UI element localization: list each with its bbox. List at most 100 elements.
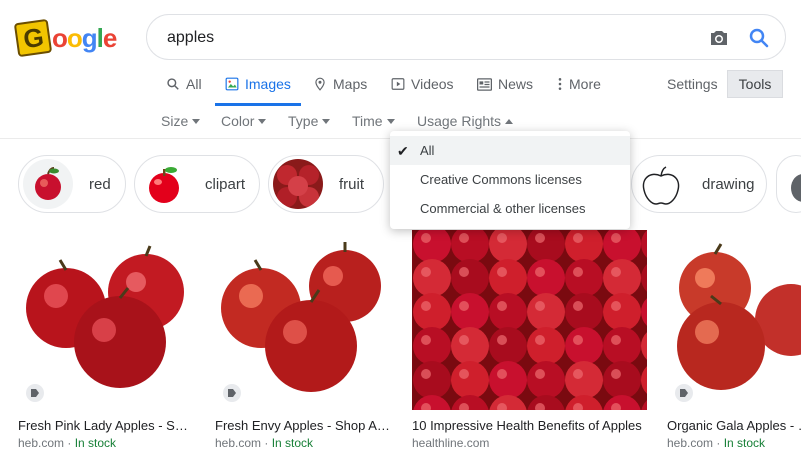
result-card[interactable]: Organic Gala Apples - S… heb.com · In st… bbox=[667, 230, 801, 450]
apples-image bbox=[677, 243, 801, 390]
tools-button[interactable]: Tools bbox=[727, 70, 783, 98]
menu-item-creative-commons-label: Creative Commons licenses bbox=[420, 172, 582, 187]
result-separator: · bbox=[64, 436, 75, 450]
checkmark-icon: ✔ bbox=[397, 143, 409, 159]
tab-images-label: Images bbox=[245, 76, 291, 92]
filter-type-label: Type bbox=[288, 113, 319, 129]
filter-usage-rights-label: Usage Rights bbox=[417, 113, 502, 129]
caret-down-icon bbox=[258, 118, 267, 124]
result-source: heb.com · In stock bbox=[667, 436, 801, 450]
filter-size[interactable]: Size bbox=[161, 113, 201, 129]
apples-image bbox=[221, 242, 381, 392]
chip-drawing-thumbnail bbox=[636, 159, 686, 209]
tab-videos[interactable]: Videos bbox=[391, 74, 454, 94]
videos-icon bbox=[391, 78, 405, 90]
menu-item-creative-commons[interactable]: Creative Commons licenses bbox=[390, 165, 630, 194]
tag-icon bbox=[26, 384, 44, 402]
news-icon bbox=[477, 77, 492, 91]
result-site: heb.com bbox=[18, 436, 65, 450]
logo-letter-g2: g bbox=[81, 22, 98, 53]
chip-clipart-thumbnail bbox=[139, 159, 189, 209]
result-title[interactable]: Fresh Envy Apples - Shop Ap… bbox=[215, 418, 392, 433]
camera-icon[interactable] bbox=[707, 26, 731, 50]
tag-icon bbox=[675, 384, 693, 402]
menu-item-all[interactable]: ✔ All bbox=[390, 136, 630, 165]
filter-time-label: Time bbox=[352, 113, 383, 129]
result-card[interactable]: Fresh Envy Apples - Shop Ap… heb.com · I… bbox=[215, 230, 392, 450]
chip-red-thumbnail bbox=[23, 159, 73, 209]
result-image[interactable] bbox=[412, 230, 647, 410]
apple-icon bbox=[149, 167, 179, 203]
result-site: healthline.com bbox=[412, 436, 490, 450]
result-image[interactable] bbox=[667, 230, 801, 410]
result-card[interactable]: Fresh Pink Lady Apples - Sho… heb.com · … bbox=[18, 230, 195, 450]
chip-drawing-label: drawing bbox=[702, 175, 755, 193]
chip-fruit-thumbnail bbox=[273, 159, 323, 209]
result-title[interactable]: 10 Impressive Health Benefits of Apples bbox=[412, 418, 647, 433]
search-box bbox=[146, 14, 786, 60]
result-source: healthline.com bbox=[412, 436, 647, 450]
filter-usage-rights[interactable]: Usage Rights bbox=[417, 113, 514, 129]
search-icon bbox=[167, 78, 179, 90]
apple-pile-icon bbox=[277, 165, 319, 207]
settings-link[interactable]: Settings bbox=[667, 76, 718, 92]
search-icon[interactable] bbox=[747, 26, 771, 50]
filter-type[interactable]: Type bbox=[288, 113, 331, 129]
apple-gray-icon bbox=[791, 174, 801, 202]
tab-maps-label: Maps bbox=[333, 76, 368, 92]
images-icon bbox=[225, 77, 239, 91]
result-separator: · bbox=[713, 436, 724, 450]
chip-partial[interactable] bbox=[776, 155, 801, 213]
result-stock-status: In stock bbox=[74, 436, 117, 450]
result-stock-status: In stock bbox=[271, 436, 314, 450]
caret-down-icon bbox=[322, 118, 331, 124]
tab-all-label: All bbox=[186, 76, 202, 92]
logo-letter-e: e bbox=[102, 22, 118, 53]
apple-pile-image bbox=[413, 230, 647, 410]
tab-news[interactable]: News bbox=[477, 74, 533, 94]
maps-pin-icon bbox=[315, 77, 325, 91]
tab-more-label: More bbox=[569, 76, 601, 92]
filter-size-label: Size bbox=[161, 113, 189, 129]
filter-color-label: Color bbox=[221, 113, 255, 129]
result-stock-status: In stock bbox=[723, 436, 766, 450]
result-image[interactable] bbox=[18, 230, 195, 410]
menu-item-all-label: All bbox=[420, 143, 435, 158]
caret-down-icon bbox=[192, 118, 201, 124]
tab-maps[interactable]: Maps bbox=[313, 74, 367, 94]
result-separator: · bbox=[261, 436, 272, 450]
chip-red[interactable]: red bbox=[18, 155, 126, 213]
search-input[interactable] bbox=[165, 25, 689, 51]
result-source: heb.com · In stock bbox=[215, 436, 392, 450]
result-source: heb.com · In stock bbox=[18, 436, 195, 450]
chip-drawing[interactable]: drawing bbox=[631, 155, 767, 213]
apple-icon bbox=[35, 167, 61, 200]
active-tab-indicator bbox=[215, 103, 301, 106]
more-dots-icon bbox=[558, 78, 562, 90]
tab-all[interactable]: All bbox=[166, 74, 202, 94]
chip-clipart[interactable]: clipart bbox=[134, 155, 260, 213]
result-site: heb.com bbox=[215, 436, 262, 450]
chip-fruit[interactable]: fruit bbox=[268, 155, 384, 213]
chip-clipart-label: clipart bbox=[205, 175, 246, 193]
filter-color[interactable]: Color bbox=[221, 113, 267, 129]
usage-rights-menu: ✔ All Creative Commons licenses Commerci… bbox=[390, 131, 630, 229]
filter-time[interactable]: Time bbox=[352, 113, 395, 129]
logo-letter-o1: o bbox=[52, 22, 68, 53]
google-logo[interactable]: Google bbox=[13, 18, 118, 58]
logo-letter-g: G bbox=[13, 18, 53, 58]
result-card[interactable]: 10 Impressive Health Benefits of Apples … bbox=[412, 230, 647, 450]
result-title[interactable]: Fresh Pink Lady Apples - Sho… bbox=[18, 418, 195, 433]
result-title[interactable]: Organic Gala Apples - S… bbox=[667, 418, 801, 433]
apple-outline-icon bbox=[642, 166, 680, 205]
result-image[interactable] bbox=[215, 230, 392, 410]
tab-more[interactable]: More bbox=[557, 74, 601, 94]
result-site: heb.com bbox=[667, 436, 714, 450]
tab-images[interactable]: Images bbox=[225, 74, 291, 94]
tab-news-label: News bbox=[498, 76, 534, 92]
logo-letter-o2: o bbox=[66, 22, 83, 53]
tab-videos-label: Videos bbox=[411, 76, 454, 92]
menu-item-commercial[interactable]: Commercial & other licenses bbox=[390, 194, 630, 223]
caret-up-icon bbox=[505, 118, 514, 124]
chip-red-label: red bbox=[89, 175, 111, 193]
